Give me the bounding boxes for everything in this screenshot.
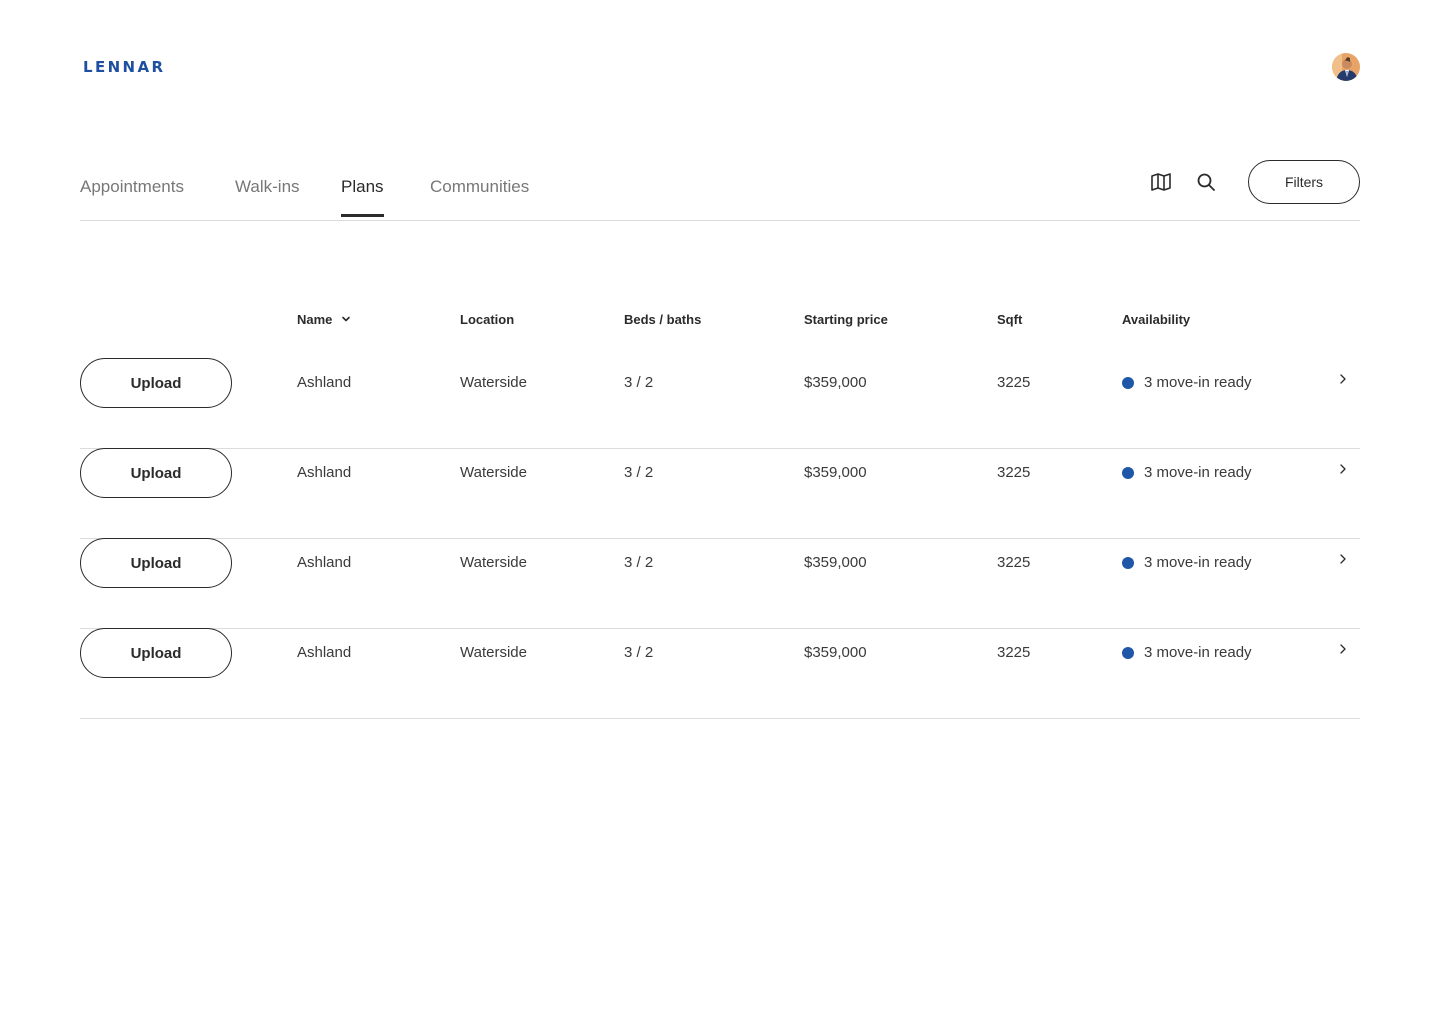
upload-button[interactable]: Upload — [80, 628, 232, 678]
tab-walk-ins[interactable]: Walk-ins — [235, 177, 300, 217]
plan-name: Ashland — [297, 554, 352, 571]
table-row[interactable]: Upload Ashland Waterside 3 / 2 $359,000 … — [80, 358, 1360, 449]
plan-availability: 3 move-in ready — [1144, 554, 1252, 571]
status-dot-icon — [1122, 377, 1134, 389]
plan-availability: 3 move-in ready — [1144, 464, 1252, 481]
plan-location: Waterside — [460, 554, 527, 571]
plan-beds-baths: 3 / 2 — [624, 374, 654, 391]
plan-price: $359,000 — [804, 464, 867, 481]
chevron-right-icon[interactable] — [1336, 642, 1350, 656]
tab-appointments[interactable]: Appointments — [80, 177, 184, 217]
map-icon[interactable] — [1149, 170, 1173, 194]
upload-button[interactable]: Upload — [80, 448, 232, 498]
plan-name: Ashland — [297, 644, 352, 661]
tab-plans[interactable]: Plans — [341, 177, 384, 217]
avatar-image — [1332, 53, 1360, 81]
chevron-right-icon[interactable] — [1336, 552, 1350, 566]
plan-price: $359,000 — [804, 554, 867, 571]
plan-beds-baths: 3 / 2 — [624, 554, 654, 571]
upload-button[interactable]: Upload — [80, 358, 232, 408]
chevron-right-icon[interactable] — [1336, 462, 1350, 476]
plan-sqft: 3225 — [997, 374, 1031, 391]
table-row[interactable]: Upload Ashland Waterside 3 / 2 $359,000 … — [80, 628, 1360, 719]
column-header-location: Location — [460, 312, 515, 327]
plan-price: $359,000 — [804, 644, 867, 661]
filters-button[interactable]: Filters — [1248, 160, 1360, 204]
plan-sqft: 3225 — [997, 554, 1031, 571]
status-dot-icon — [1122, 557, 1134, 569]
column-header-name-label: Name — [297, 312, 333, 327]
search-icon[interactable] — [1194, 170, 1218, 194]
plan-name: Ashland — [297, 464, 352, 481]
status-dot-icon — [1122, 647, 1134, 659]
tab-communities[interactable]: Communities — [430, 177, 529, 217]
plan-location: Waterside — [460, 374, 527, 391]
plan-sqft: 3225 — [997, 464, 1031, 481]
plan-beds-baths: 3 / 2 — [624, 644, 654, 661]
plan-location: Waterside — [460, 644, 527, 661]
chevron-right-icon[interactable] — [1336, 372, 1350, 386]
upload-button[interactable]: Upload — [80, 538, 232, 588]
column-header-name[interactable]: Name — [297, 312, 352, 328]
table-row[interactable]: Upload Ashland Waterside 3 / 2 $359,000 … — [80, 448, 1360, 539]
column-header-availability: Availability — [1122, 312, 1191, 327]
plan-price: $359,000 — [804, 374, 867, 391]
status-dot-icon — [1122, 467, 1134, 479]
user-avatar[interactable] — [1332, 53, 1360, 81]
chevron-down-icon[interactable] — [340, 313, 352, 328]
table-row[interactable]: Upload Ashland Waterside 3 / 2 $359,000 … — [80, 538, 1360, 629]
plan-availability: 3 move-in ready — [1144, 644, 1252, 661]
plan-location: Waterside — [460, 464, 527, 481]
plan-beds-baths: 3 / 2 — [624, 464, 654, 481]
plan-availability: 3 move-in ready — [1144, 374, 1252, 391]
plan-sqft: 3225 — [997, 644, 1031, 661]
lennar-logo[interactable]: LENNAR — [83, 58, 165, 76]
column-header-beds-baths: Beds / baths — [624, 312, 702, 327]
column-header-sqft: Sqft — [997, 312, 1023, 327]
plan-name: Ashland — [297, 374, 352, 391]
column-header-starting-price: Starting price — [804, 312, 888, 327]
